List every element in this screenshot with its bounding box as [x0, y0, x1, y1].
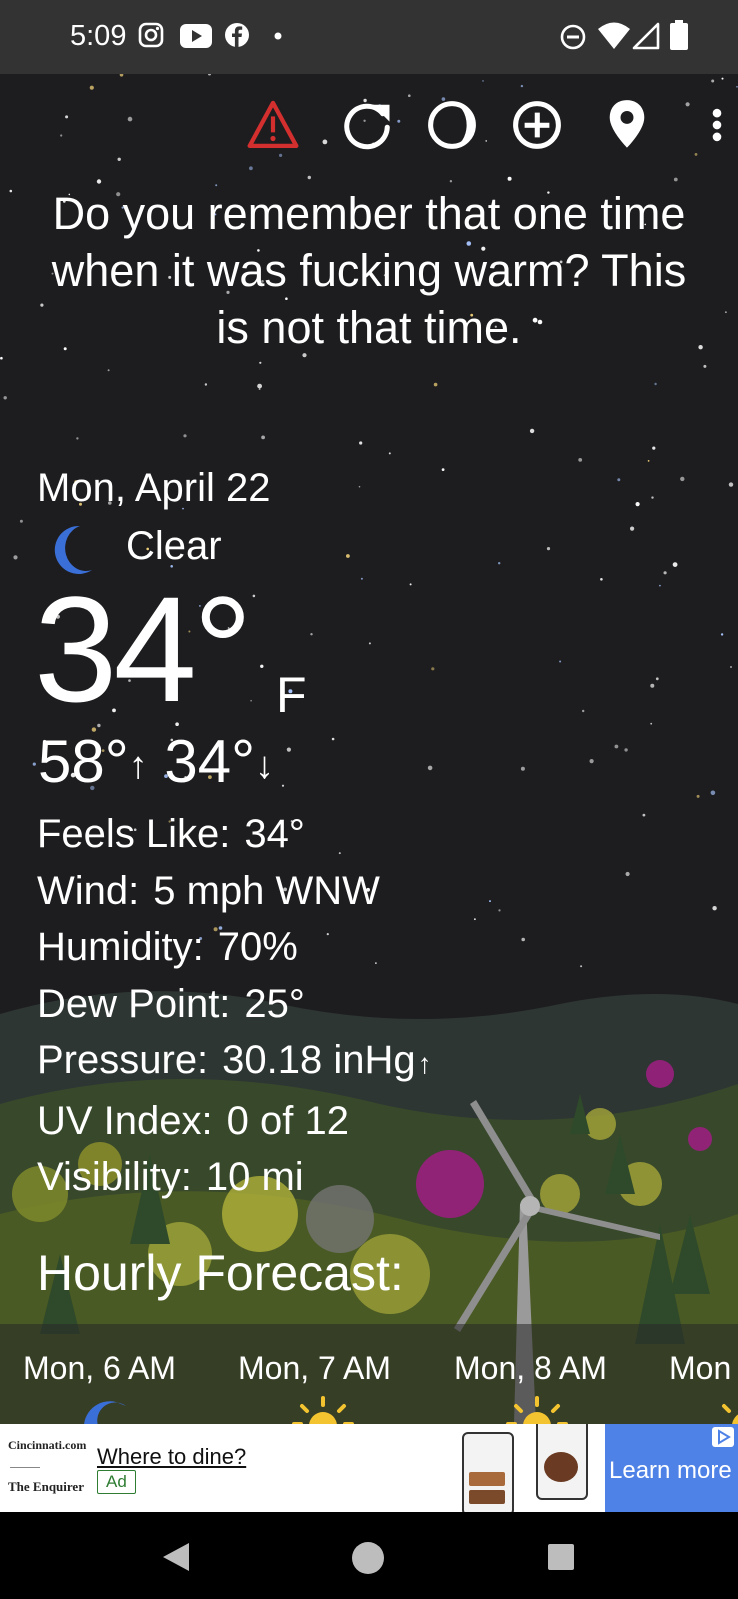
low-temp: 34°	[164, 728, 256, 795]
detail-value: 30.18 inHg	[222, 1038, 416, 1082]
ad-badge: Ad	[97, 1470, 136, 1494]
detail-value: 25°	[244, 981, 305, 1026]
detail-label: Dew Point:	[37, 981, 231, 1026]
hourly-item[interactable]: Mon, 8 AM	[454, 1350, 607, 1387]
detail-label: Visibility:	[37, 1155, 192, 1199]
detail-label: Feels Like:	[37, 812, 231, 856]
arrow-down-icon: ↓	[255, 745, 275, 788]
ad-brand-top: Cincinnati.com	[8, 1438, 87, 1452]
notification-dot-icon	[274, 32, 282, 40]
ad-phone-image	[462, 1432, 514, 1512]
arrow-up-icon: ↑	[417, 1048, 432, 1079]
ad-phone-image	[536, 1424, 588, 1500]
detail-visibility: Visibility: 10 mi	[37, 1149, 432, 1206]
location-pin-icon[interactable]	[600, 98, 654, 152]
refresh-icon[interactable]	[340, 98, 394, 152]
ad-choices-icon[interactable]	[712, 1427, 734, 1447]
add-location-icon[interactable]	[510, 98, 564, 152]
detail-feels-like: Feels Like: 34°	[37, 806, 432, 863]
detail-pressure: Pressure: 30.18 inHg↑	[37, 1032, 432, 1093]
current-date: Mon, April 22	[37, 466, 271, 510]
hourly-forecast-strip[interactable]: Mon, 6 AM Mon, 7 AM Mon, 8 AM Mon	[0, 1324, 738, 1424]
sun-icon	[292, 1396, 354, 1424]
cell-signal-icon	[632, 22, 660, 50]
high-temp: 58°	[38, 728, 129, 795]
do-not-disturb-icon	[560, 24, 586, 50]
learn-more-button[interactable]: Learn more	[605, 1424, 738, 1512]
detail-label: UV Index:	[37, 1098, 213, 1143]
current-temperature: 34°	[34, 565, 253, 733]
weather-details: Feels Like: 34° Wind: 5 mph WNW Humidity: 7…	[37, 806, 432, 1206]
temperature-unit: F	[276, 667, 307, 723]
instagram-icon	[138, 22, 164, 48]
detail-label: Wind:	[37, 868, 140, 913]
sun-icon	[722, 1404, 738, 1424]
sun-icon	[506, 1396, 568, 1424]
hourly-item[interactable]: Mon, 7 AM	[238, 1350, 391, 1387]
ad-headline[interactable]: Where to dine?	[97, 1444, 246, 1470]
hourly-item[interactable]: Mon	[669, 1350, 731, 1387]
ad-brand-bottom: The Enquirer	[8, 1479, 84, 1494]
more-options-icon[interactable]	[690, 98, 738, 152]
wifi-icon	[598, 22, 630, 49]
detail-value: 34°	[244, 812, 305, 856]
youtube-icon	[180, 24, 212, 48]
hour-label: Mon, 8 AM	[454, 1350, 607, 1386]
facebook-icon	[225, 23, 249, 47]
snarky-message: Do you remember that one time when it wa…	[51, 188, 687, 353]
detail-label: Pressure:	[37, 1038, 209, 1082]
hour-label: Mon, 6 AM	[23, 1350, 176, 1386]
detail-dew-point: Dew Point: 25°	[37, 976, 432, 1033]
navigation-bar	[0, 1512, 738, 1599]
battery-icon	[670, 20, 688, 50]
hourly-forecast-title: Hourly Forecast:	[37, 1245, 404, 1301]
arrow-up-icon: ↑	[128, 745, 148, 788]
hourly-item[interactable]: Mon, 6 AM	[23, 1350, 176, 1387]
status-time: 5:09	[70, 20, 127, 52]
hour-label: Mon, 7 AM	[238, 1350, 391, 1386]
ad-banner[interactable]: Cincinnati.com The Enquirer Where to din…	[0, 1424, 738, 1512]
ad-divider	[10, 1467, 40, 1468]
moon-icon	[84, 1401, 126, 1424]
status-bar: 5:09	[0, 0, 738, 74]
detail-uv-index: UV Index: 0 of 12	[37, 1093, 432, 1150]
detail-value: 5 mph WNW	[153, 868, 380, 913]
recents-icon[interactable]	[546, 1542, 576, 1572]
detail-value: 10 mi	[205, 1155, 304, 1199]
condition-label: Clear	[126, 524, 222, 568]
detail-wind: Wind: 5 mph WNW	[37, 863, 432, 920]
high-low: 58°↑ 34°↓	[38, 727, 274, 801]
learn-more-label: Learn more	[609, 1457, 732, 1484]
alert-icon[interactable]	[246, 98, 300, 152]
moon-phase-icon[interactable]	[425, 98, 479, 152]
detail-label: Humidity:	[37, 925, 204, 969]
hour-label: Mon	[669, 1350, 732, 1386]
back-icon[interactable]	[160, 1540, 192, 1574]
detail-value: 70%	[217, 925, 298, 969]
detail-humidity: Humidity: 70%	[37, 919, 432, 976]
home-icon[interactable]	[350, 1540, 386, 1576]
detail-value: 0 of 12	[226, 1098, 349, 1143]
